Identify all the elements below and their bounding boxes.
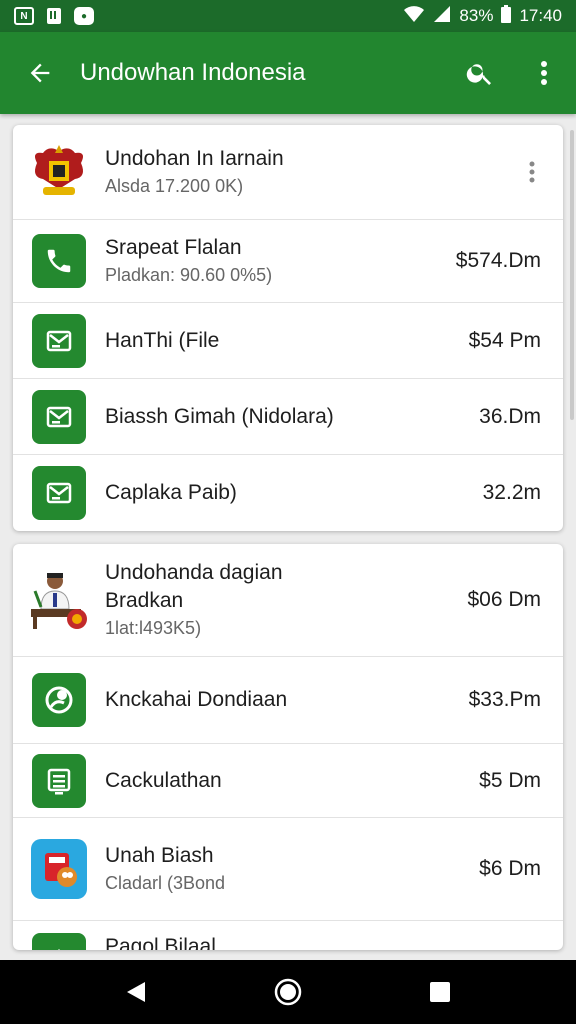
card-2-header[interactable]: Undohanda dagian Bradkan 1lat:l493K5) $0… [13, 544, 563, 657]
arrow-back-icon [30, 63, 50, 83]
nav-back-button[interactable] [106, 962, 166, 1022]
list-item[interactable]: Pagol Bilaal [13, 921, 563, 950]
mail-icon [32, 389, 86, 444]
list-item[interactable]: Srapeat Flalan Pladkan: 90.60 0%5) $574.… [13, 220, 563, 303]
scrollbar[interactable] [570, 130, 574, 420]
item-subtitle: Pladkan: 90.60 0%5) [105, 265, 273, 285]
list-item[interactable]: Knckahai Dondiaan $33.Pm [13, 657, 563, 744]
list-item[interactable]: HanThi (File $54 Pm [13, 303, 563, 379]
app-bar: Undowhan Indonesia [0, 32, 576, 114]
sim-notification-icon [44, 7, 64, 25]
emblem-icon [13, 143, 105, 201]
card-1-subtitle: Alsda 17.200 0K) [105, 176, 244, 196]
overflow-menu-button[interactable] [512, 32, 576, 114]
mail-icon [32, 466, 86, 520]
nav-recents-button[interactable] [410, 962, 470, 1022]
notification-icon: N [14, 7, 34, 25]
card-1-title: Undohan In Iarnain [105, 147, 284, 170]
item-title: Caplaka Paib) [105, 481, 237, 504]
system-nav-bar [0, 960, 576, 1024]
card-1-header[interactable]: Undohan In Iarnain Alsda 17.200 0K) [13, 125, 563, 220]
status-bar: N ● 83% 17:40 [0, 0, 576, 32]
card-1-menu-button[interactable] [501, 125, 563, 219]
circle-home-icon [274, 978, 302, 1006]
card-2-subtitle: 1lat:l493K5) [105, 618, 202, 638]
item-price: $33.Pm [468, 688, 541, 711]
item-price: 36.Dm [479, 404, 541, 428]
item-price: $54 Pm [468, 328, 541, 352]
mail-icon [32, 313, 86, 368]
more-vert-icon [541, 61, 547, 85]
page-title: Undowhan Indonesia [80, 59, 306, 86]
battery-icon [501, 4, 512, 28]
card-2-title: Undohanda dagian [105, 561, 283, 584]
item-title: Srapeat Flalan [105, 236, 242, 259]
app-icon [31, 839, 87, 899]
clock: 17:40 [519, 6, 562, 25]
item-price: $5 Dm [479, 768, 541, 792]
list-icon [32, 753, 86, 808]
item-title: Biassh Gimah (Nidolara) [105, 404, 334, 428]
card-1: Undohan In Iarnain Alsda 17.200 0K) Srap… [13, 125, 563, 531]
upload-icon [32, 933, 86, 950]
item-title: Knckahai Dondiaan [105, 688, 288, 711]
item-title: Cackulathan [105, 768, 222, 792]
battery-percent: 83% [459, 6, 494, 25]
list-item[interactable]: Biassh Gimah (Nidolara) 36.Dm [13, 379, 563, 455]
card-2: Undohanda dagian Bradkan 1lat:l493K5) $0… [13, 544, 563, 950]
search-icon [466, 64, 491, 85]
item-subtitle: Cladarl (3Bond [105, 873, 226, 893]
phone-icon [32, 234, 86, 288]
item-title: HanThi (File [105, 328, 220, 352]
list-item[interactable]: Unah Biash Cladarl (3Bond $6 Dm [13, 818, 563, 921]
triangle-back-icon [127, 982, 145, 1002]
item-price: 32.2m [482, 481, 541, 504]
card-2-price: $06 Dm [467, 588, 541, 611]
person-desk-icon [13, 567, 105, 633]
more-vert-icon [529, 161, 535, 183]
square-recents-icon [430, 982, 450, 1002]
nav-home-button[interactable] [258, 962, 318, 1022]
search-button[interactable] [448, 32, 512, 114]
item-price: $6 Dm [479, 857, 541, 880]
leaf-icon [32, 673, 86, 727]
item-price: $574.Dm [455, 249, 541, 272]
list-item[interactable]: Caplaka Paib) 32.2m [13, 455, 563, 531]
signal-icon [433, 5, 451, 28]
app-notification-icon: ● [74, 7, 94, 25]
item-title: Unah Biash [105, 844, 214, 867]
wifi-icon [403, 5, 425, 28]
list-item[interactable]: Cackulathan $5 Dm [13, 744, 563, 818]
card-2-title-line2: Bradkan [105, 589, 184, 612]
item-title: Pagol Bilaal [105, 935, 216, 950]
back-button[interactable] [0, 32, 80, 114]
